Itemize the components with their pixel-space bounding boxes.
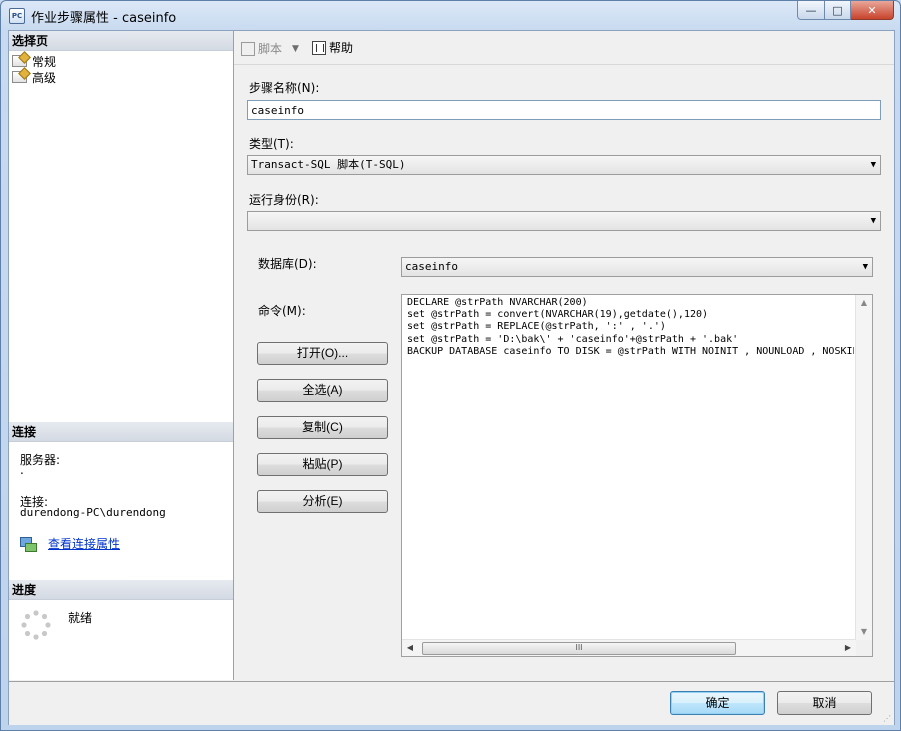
page-item-advanced[interactable]: 高级 [12, 69, 56, 85]
dialog-client-area: 选择页 常规 高级 连接 服务器: . 连接: durendong-PC\dur… [8, 30, 895, 725]
toolbar: 脚本 ▼ 帮助 [234, 31, 894, 65]
chevron-down-icon: ▼ [870, 216, 876, 226]
scroll-down-icon[interactable]: ▼ [856, 624, 872, 640]
window-controls: — □ ✕ [797, 1, 894, 20]
type-select[interactable]: Transact-SQL 脚本(T-SQL) ▼ [247, 155, 881, 175]
script-label: 脚本 [258, 42, 283, 56]
progress-status: 就绪 [68, 611, 93, 625]
server-label: 服务器: [20, 453, 61, 467]
resize-grip-icon[interactable]: ⋰ [883, 714, 893, 724]
database-select[interactable]: caseinfo ▼ [401, 257, 873, 277]
select-page-header: 选择页 [9, 31, 233, 51]
horizontal-scroll-thumb[interactable]: III [422, 642, 736, 655]
window-title: 作业步骤属性 - caseinfo [31, 11, 177, 26]
step-name-label: 步骤名称(N): [249, 81, 320, 95]
minimize-button[interactable]: — [797, 1, 825, 20]
parse-button[interactable]: 分析(E) [257, 490, 388, 513]
database-select-value: caseinfo [405, 260, 458, 273]
horizontal-scrollbar[interactable]: ◀ III ▶ [402, 639, 856, 656]
command-label: 命令(M): [258, 304, 306, 318]
command-text[interactable]: DECLARE @strPath NVARCHAR(200) set @strP… [407, 297, 854, 638]
page-item-general[interactable]: 常规 [12, 53, 56, 69]
view-connection-link-text: 查看连接属性 [48, 537, 121, 551]
vertical-scrollbar[interactable]: ▲ ▼ [855, 295, 872, 640]
close-button[interactable]: ✕ [851, 1, 894, 20]
left-panel: 选择页 常规 高级 连接 服务器: . 连接: durendong-PC\dur… [9, 31, 234, 680]
ok-button[interactable]: 确定 [670, 691, 765, 715]
page-item-label: 常规 [32, 54, 57, 69]
dialog-window: PC 作业步骤属性 - caseinfo — □ ✕ 选择页 常规 高级 连接 … [0, 0, 901, 731]
scrollbar-corner [856, 640, 872, 656]
select-all-button[interactable]: 全选(A) [257, 379, 388, 402]
scroll-right-icon[interactable]: ▶ [840, 640, 856, 656]
database-label: 数据库(D): [258, 257, 317, 271]
open-button[interactable]: 打开(O)... [257, 342, 388, 365]
title-bar[interactable]: PC 作业步骤属性 - caseinfo — □ ✕ [1, 1, 900, 29]
chevron-down-icon: ▼ [862, 262, 868, 272]
scroll-left-icon[interactable]: ◀ [402, 640, 418, 656]
maximize-button[interactable]: □ [825, 1, 851, 20]
dialog-button-bar: 确定 取消 ⋰ [9, 681, 894, 725]
connection-header: 连接 [9, 422, 233, 442]
run-as-select[interactable]: ▼ [247, 211, 881, 231]
page-properties-icon [12, 55, 27, 67]
chevron-down-icon: ▼ [870, 160, 876, 170]
app-icon: PC [9, 8, 25, 24]
help-label: 帮助 [329, 41, 354, 55]
copy-button[interactable]: 复制(C) [257, 416, 388, 439]
script-dropdown-icon[interactable]: ▼ [292, 44, 299, 54]
script-button[interactable]: 脚本 ▼ [241, 40, 299, 57]
scroll-up-icon[interactable]: ▲ [856, 295, 872, 311]
help-button[interactable]: 帮助 [312, 39, 353, 56]
paste-button[interactable]: 粘贴(P) [257, 453, 388, 476]
cancel-button[interactable]: 取消 [777, 691, 872, 715]
step-name-input[interactable] [247, 100, 881, 120]
page-item-label: 高级 [32, 70, 57, 85]
server-value: . [20, 463, 24, 477]
type-select-value: Transact-SQL 脚本(T-SQL) [251, 158, 406, 171]
view-connection-properties-link[interactable]: 查看连接属性 [20, 535, 120, 552]
script-icon [241, 41, 255, 56]
connection-properties-icon [20, 536, 37, 552]
progress-spinner-icon [21, 610, 51, 640]
command-editor[interactable]: DECLARE @strPath NVARCHAR(200) set @strP… [401, 294, 873, 657]
connection-value: durendong-PC\durendong [20, 506, 166, 519]
progress-header: 进度 [9, 580, 233, 600]
type-label: 类型(T): [249, 137, 294, 151]
page-properties-icon [12, 71, 27, 83]
run-as-label: 运行身份(R): [249, 193, 319, 207]
help-icon [312, 40, 326, 55]
